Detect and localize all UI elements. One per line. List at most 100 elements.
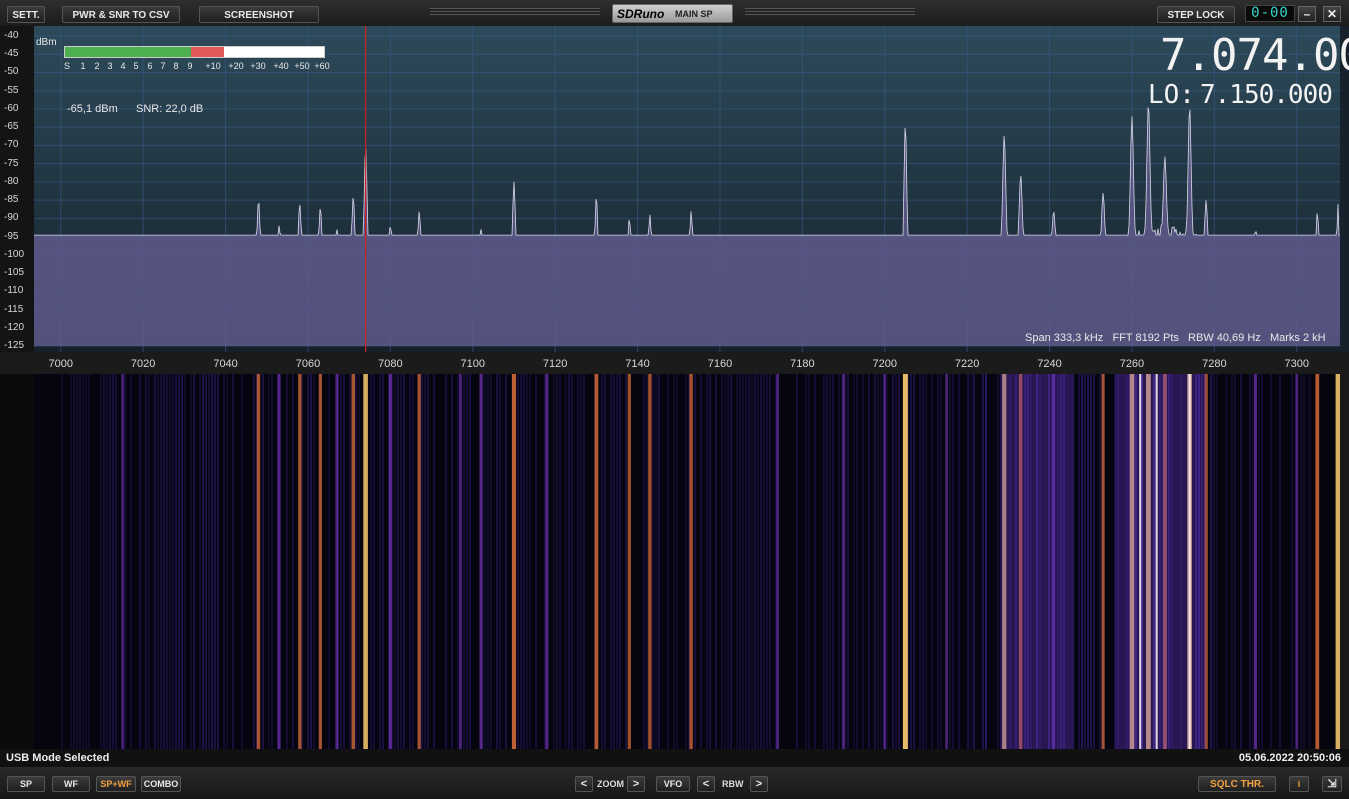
waterfall-noise: [1249, 374, 1251, 749]
waterfall-noise: [814, 374, 816, 749]
lo-frequency[interactable]: 7.150.000: [1200, 80, 1333, 110]
x-tick-label-7: 7140: [625, 358, 650, 370]
combo-button[interactable]: COMBO: [141, 776, 181, 792]
vfo-button[interactable]: VFO: [656, 776, 690, 792]
waterfall-noise: [184, 374, 186, 749]
step-lock-button[interactable]: STEP LOCK: [1157, 6, 1235, 23]
waterfall-noise: [757, 374, 759, 749]
waterfall-noise: [577, 374, 579, 749]
close-button[interactable]: ✕: [1323, 6, 1341, 22]
waterfall-noise: [583, 374, 585, 749]
waterfall-signal-3: [298, 374, 302, 749]
waterfall-noise: [1090, 374, 1092, 749]
spectrum-display[interactable]: [0, 26, 1349, 352]
waterfall-noise: [958, 374, 960, 749]
rbw-increase-button[interactable]: >: [750, 776, 768, 792]
waterfall-noise: [214, 374, 216, 749]
waterfall-signal-7: [363, 374, 368, 749]
waterfall-noise: [109, 374, 111, 749]
x-tick-label-9: 7180: [790, 358, 815, 370]
waterfall-signal-32: [1254, 374, 1257, 749]
meter-scale-10: +10: [205, 61, 221, 71]
window-drag-grip[interactable]: [430, 8, 600, 16]
waterfall-noise: [559, 374, 561, 749]
x-tick-label-13: 7260: [1119, 358, 1145, 370]
zoom-out-button[interactable]: <: [575, 776, 593, 792]
waterfall-noise: [205, 374, 207, 749]
waterfall-noise: [610, 374, 612, 749]
y-tick-label-7: -75: [4, 157, 19, 169]
screenshot-button[interactable]: SCREENSHOT: [199, 6, 319, 23]
waterfall-display[interactable]: [34, 374, 1340, 749]
pwr-snr-csv-button[interactable]: PWR & SNR TO CSV: [62, 6, 180, 23]
y-tick-label-3: -55: [4, 84, 19, 96]
waterfall-noise: [88, 374, 90, 749]
waterfall-noise: [1252, 374, 1254, 749]
meter-scale-3: 3: [107, 61, 113, 71]
waterfall-noise: [658, 374, 660, 749]
waterfall-noise: [706, 374, 708, 749]
waterfall-noise: [163, 374, 165, 749]
waterfall-noise: [937, 374, 939, 749]
meter-scale-13: +40: [273, 61, 289, 71]
waterfall-noise: [982, 374, 984, 749]
waterfall-noise: [613, 374, 615, 749]
meter-scale-9: 9: [187, 61, 193, 71]
waterfall-noise: [469, 374, 471, 749]
meter-scale-12: +30: [250, 61, 266, 71]
waterfall-noise: [268, 374, 270, 749]
waterfall-signal-34: [1315, 374, 1320, 749]
wf-button[interactable]: WF: [52, 776, 90, 792]
waterfall-noise: [886, 374, 888, 749]
waterfall-plot[interactable]: [34, 374, 1340, 749]
y-tick-label-4: -60: [4, 102, 19, 114]
waterfall-noise: [169, 374, 171, 749]
waterfall-noise: [997, 374, 999, 749]
waterfall-noise: [1084, 374, 1086, 749]
resize-handle[interactable]: ⇲: [1322, 776, 1342, 792]
waterfall-noise: [829, 374, 831, 749]
waterfall-signal-33: [1295, 374, 1299, 749]
waterfall-noise: [535, 374, 537, 749]
waterfall-signal-20: [883, 374, 886, 749]
minimize-button[interactable]: –: [1298, 6, 1316, 22]
waterfall-signal-0: [121, 374, 124, 749]
waterfall-noise: [253, 374, 255, 749]
rbw-decrease-button[interactable]: <: [697, 776, 715, 792]
waterfall-signal-14: [594, 374, 599, 749]
waterfall-signal-35: [1335, 374, 1340, 749]
waterfall-noise: [76, 374, 78, 749]
waterfall-noise: [922, 374, 924, 749]
sp-button[interactable]: SP: [7, 776, 45, 792]
waterfall-noise: [286, 374, 288, 749]
frequency-readout[interactable]: 7.074.000: [1160, 34, 1349, 78]
sqlc-threshold-button[interactable]: SQLC THR.: [1198, 776, 1276, 792]
sp-wf-button[interactable]: SP+WF: [96, 776, 136, 792]
waterfall-noise: [568, 374, 570, 749]
zoom-in-button[interactable]: >: [627, 776, 645, 792]
waterfall-noise: [370, 374, 372, 749]
waterfall-noise: [226, 374, 228, 749]
waterfall-noise: [868, 374, 870, 749]
waterfall-noise: [940, 374, 942, 749]
waterfall-noise: [379, 374, 381, 749]
waterfall-noise: [112, 374, 114, 749]
info-button[interactable]: i: [1289, 776, 1309, 792]
settings-button[interactable]: SETT.: [7, 6, 45, 23]
spectrum-plot[interactable]: [0, 26, 1349, 352]
waterfall-noise: [643, 374, 645, 749]
meter-scale-2: 2: [94, 61, 100, 71]
waterfall-signal-19: [842, 374, 845, 749]
y-axis: -40 -45 -50 -55 -60 -65 -70 -75 -80 -85 -90 -95 -100…: [0, 26, 34, 352]
waterfall-noise: [877, 374, 879, 749]
window-drag-grip-right[interactable]: [745, 8, 915, 16]
waterfall-signal-1: [256, 374, 261, 749]
waterfall-busy-region-1: [1115, 374, 1207, 749]
waterfall-noise: [373, 374, 375, 749]
lo-label: LO:: [1148, 80, 1195, 110]
waterfall-noise: [913, 374, 915, 749]
meter-scale-0: S: [63, 61, 71, 71]
waterfall-noise: [1291, 374, 1293, 749]
y-tick-label-2: -50: [4, 66, 19, 78]
waterfall-left-margin: [0, 374, 34, 749]
